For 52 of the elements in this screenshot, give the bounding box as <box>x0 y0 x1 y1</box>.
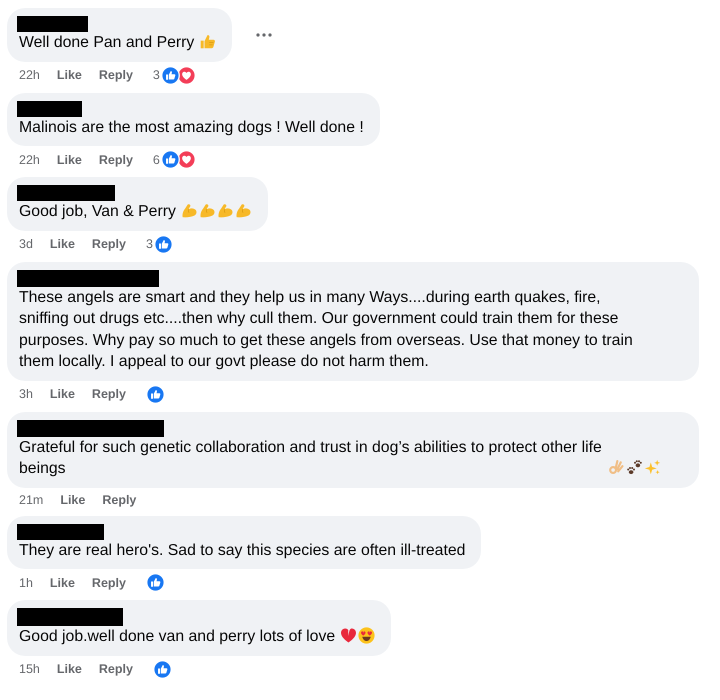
reply-link[interactable]: Reply <box>98 67 133 83</box>
comment-time: 1h <box>19 574 33 590</box>
like-link[interactable]: Like <box>50 386 75 402</box>
thumbs-up-badge-icon[interactable] <box>146 573 165 592</box>
heart-eyes-emoji-icon <box>358 627 376 644</box>
like-link[interactable]: Like <box>50 236 75 252</box>
comment-time: 3d <box>19 236 33 252</box>
reaction-count: 3 <box>152 67 160 83</box>
redacted-name-bar <box>17 16 88 32</box>
reaction-count: 6 <box>152 152 160 168</box>
flexed-arm-emoji-icon <box>198 202 216 219</box>
like-link[interactable]: Like <box>56 67 82 83</box>
comment-text: Grateful for such genetic collaboration and trust in dog’s abilities to protect other life beings <box>19 438 603 479</box>
comment-text: Malinois are the most amazing dogs ! Well done ! <box>19 118 364 138</box>
comment-text: Good job.well done van and perry lots of love <box>19 627 336 647</box>
reply-link[interactable]: Reply <box>92 236 126 252</box>
thumbs-up-emoji-icon <box>199 33 216 50</box>
thumbs-up-badge-icon[interactable] <box>146 384 165 404</box>
thumbs-up-badge-icon[interactable] <box>160 150 180 169</box>
more-options-icon[interactable] <box>256 32 272 37</box>
like-link[interactable]: Like <box>50 574 75 590</box>
reaction-count: 3 <box>146 236 153 252</box>
comment-time: 22h <box>19 67 40 83</box>
comment-time: 15h <box>19 661 40 677</box>
reply-link[interactable]: Reply <box>92 574 126 590</box>
comment-text: These angels are smart and they help us in many Ways....during earth quakes, fire, sniffing out drugs etc....then why cull them. Our government could train them for these purposes. Why pay so much to get these angels from overseas. Use that money to train them locally. I appeal to our govt please do not harm them. <box>19 288 634 372</box>
comment-text: Good job, Van & Perry <box>19 202 176 222</box>
comment-time: 3h <box>19 386 33 402</box>
heart-emoji-icon <box>340 627 358 644</box>
flexed-arm-emoji-icon <box>234 202 252 219</box>
redacted-name-bar <box>17 100 82 116</box>
thumbs-up-badge-icon[interactable] <box>152 660 172 678</box>
reply-link[interactable]: Reply <box>92 386 126 402</box>
flexed-arm-emoji-icon <box>180 202 198 219</box>
reply-link[interactable]: Reply <box>98 661 133 677</box>
reply-link[interactable]: Reply <box>98 152 133 168</box>
heart-badge-icon[interactable] <box>176 66 196 84</box>
reply-link[interactable]: Reply <box>102 492 136 508</box>
comment-text: They are real hero's. Sad to say this species are often ill-treated <box>19 540 466 560</box>
paw-prints-emoji-icon <box>626 459 643 476</box>
ok-hand-emoji-icon <box>608 459 625 476</box>
flexed-arm-emoji-icon <box>216 202 234 219</box>
comment-time: 22h <box>19 152 40 168</box>
heart-badge-icon[interactable] <box>176 150 196 169</box>
like-link[interactable]: Like <box>60 492 86 508</box>
thumbs-up-badge-icon[interactable] <box>154 234 173 254</box>
like-link[interactable]: Like <box>56 152 82 168</box>
like-link[interactable]: Like <box>56 661 82 677</box>
thumbs-up-badge-icon[interactable] <box>160 66 180 84</box>
comment-text: Well done Pan and Perry <box>19 33 194 53</box>
sparkles-emoji-icon <box>644 459 661 476</box>
comment-time: 21m <box>19 492 44 508</box>
